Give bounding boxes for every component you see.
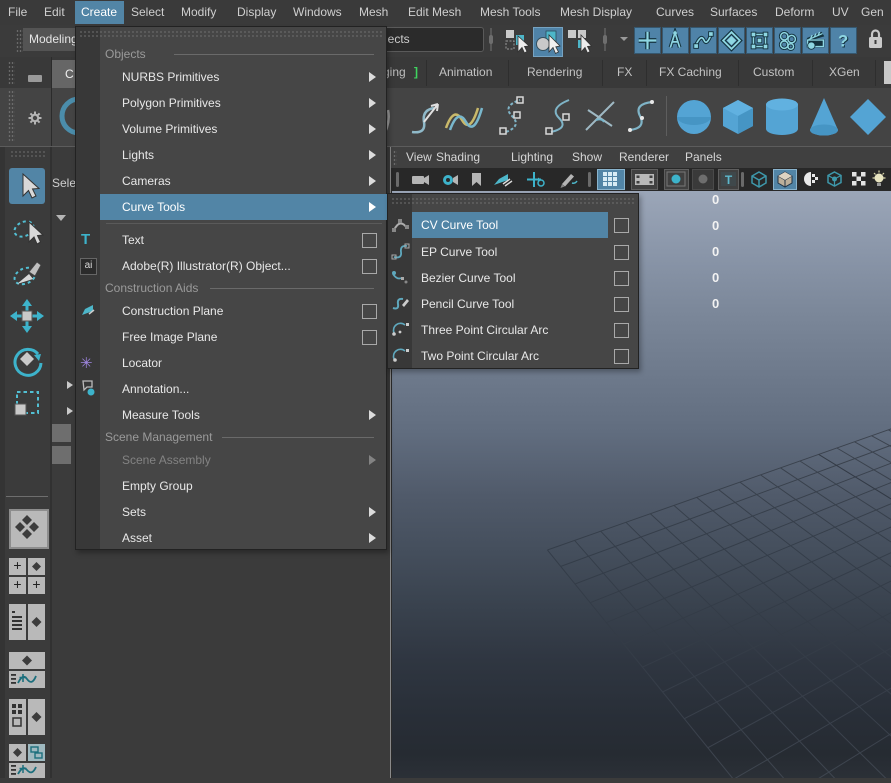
svg-text:T: T xyxy=(725,173,733,187)
svg-text:?: ? xyxy=(838,32,848,51)
